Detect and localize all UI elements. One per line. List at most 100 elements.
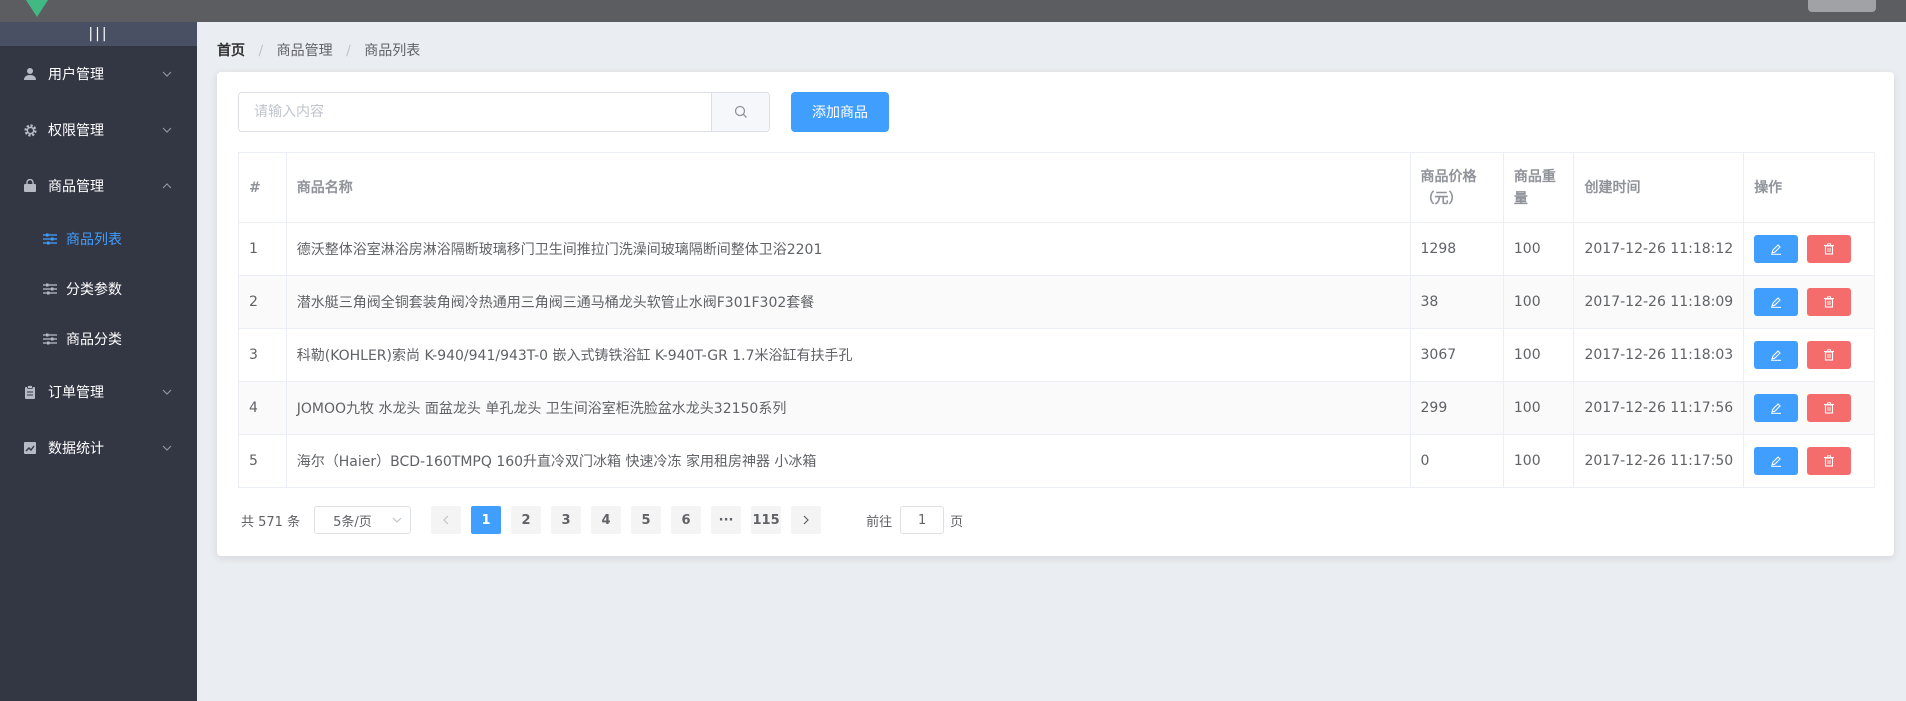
search-input[interactable] — [239, 93, 711, 131]
page-button[interactable]: 1 — [471, 506, 502, 534]
goto-page-input[interactable] — [900, 506, 945, 534]
page-button[interactable]: 4 — [591, 506, 622, 534]
edit-button[interactable] — [1754, 235, 1799, 263]
page-button[interactable]: 5 — [631, 506, 662, 534]
cell-name: 海尔（Haier）BCD-160TMPQ 160升直冷双门冰箱 快速冷冻 家用租… — [285, 434, 1411, 488]
cell-name: 科勒(KOHLER)索尚 K-940/941/943T-0 嵌入式铸铁浴缸 K-… — [285, 328, 1411, 382]
cell-created: 2017-12-26 11:17:50 — [1573, 434, 1745, 488]
cell-price: 1298 — [1409, 222, 1504, 276]
sidebar-item-label: 用户管理 — [48, 67, 104, 83]
cell-index: 1 — [238, 222, 287, 276]
trash-icon — [1824, 296, 1835, 308]
chart-icon — [22, 440, 38, 456]
cell-name: 德沃整体浴室淋浴房淋浴隔断玻璃移门卫生间推拉门洗澡间玻璃隔断间整体卫浴2201 — [285, 222, 1411, 276]
table-row: 5 海尔（Haier）BCD-160TMPQ 160升直冷双门冰箱 快速冷冻 家… — [238, 434, 1875, 488]
breadcrumb-separator: / — [258, 43, 264, 59]
cell-ops — [1743, 222, 1875, 276]
cell-weight: 100 — [1502, 434, 1575, 488]
breadcrumb-item: 商品列表 — [364, 43, 421, 59]
gear-icon — [22, 122, 38, 138]
breadcrumb: 首页 / 商品管理 / 商品列表 — [217, 40, 420, 60]
cell-created: 2017-12-26 11:17:56 — [1573, 381, 1745, 435]
user-icon — [22, 66, 38, 82]
sliders-icon — [42, 331, 58, 347]
chevron-left-icon — [443, 515, 449, 525]
pagination-total: 共 571 条 — [241, 514, 301, 530]
goto-suffix: 页 — [950, 514, 964, 530]
delete-button[interactable] — [1807, 235, 1852, 263]
chevron-down-icon — [159, 66, 175, 82]
goods-table: # 商品名称 商品价格（元） 商品重量 创建时间 操作 1 德沃整体浴室淋浴房淋… — [238, 152, 1875, 488]
chevron-right-icon — [803, 515, 809, 525]
cell-created: 2017-12-26 11:18:12 — [1573, 222, 1745, 276]
sidebar-subitem-label: 商品列表 — [66, 232, 122, 248]
delete-button[interactable] — [1807, 447, 1852, 475]
prev-page-button[interactable] — [431, 506, 462, 534]
top-header — [0, 0, 1906, 22]
chevron-down-icon — [159, 440, 175, 456]
breadcrumb-item: 商品管理 — [276, 43, 333, 59]
cell-price: 299 — [1409, 381, 1504, 435]
sidebar: ||| 用户管理 权限管理 商品管理 商品列表 分类参数 商品分类 订单管理 数… — [0, 22, 197, 701]
edit-icon — [1771, 244, 1782, 255]
sidebar-item-order-management[interactable]: 订单管理 — [0, 364, 197, 420]
sidebar-subitem-category-params[interactable]: 分类参数 — [0, 264, 197, 314]
cell-price: 38 — [1409, 275, 1504, 329]
sidebar-item-goods-management[interactable]: 商品管理 — [0, 158, 197, 214]
edit-button[interactable] — [1754, 341, 1799, 369]
edit-button[interactable] — [1754, 394, 1799, 422]
page-size-select[interactable]: 5条/页 — [314, 506, 412, 534]
sidebar-item-permission-management[interactable]: 权限管理 — [0, 102, 197, 158]
page-button[interactable]: 6 — [671, 506, 702, 534]
cell-created: 2017-12-26 11:18:03 — [1573, 328, 1745, 382]
page-button[interactable]: 3 — [551, 506, 582, 534]
cell-name: JOMOO九牧 水龙头 面盆龙头 单孔龙头 卫生间浴室柜洗脸盆水龙头32150系… — [285, 381, 1411, 435]
add-goods-button[interactable]: 添加商品 — [791, 92, 889, 132]
edit-button[interactable] — [1754, 288, 1799, 316]
sidebar-toggle-button[interactable]: ||| — [0, 22, 197, 46]
edit-button[interactable] — [1754, 447, 1799, 475]
column-header-weight: 商品重量 — [1502, 152, 1575, 223]
cell-ops — [1743, 434, 1875, 488]
delete-button[interactable] — [1807, 288, 1852, 316]
breadcrumb-separator: / — [346, 43, 351, 59]
delete-button[interactable] — [1807, 341, 1852, 369]
sidebar-item-label: 权限管理 — [48, 123, 104, 139]
breadcrumb-home-link[interactable]: 首页 — [217, 43, 245, 59]
chevron-down-icon — [392, 517, 402, 523]
cell-ops — [1743, 275, 1875, 329]
next-page-button[interactable] — [791, 506, 822, 534]
goods-card: 添加商品 # 商品名称 商品价格（元） 商品重量 创建时间 操作 1 德沃整体浴… — [217, 72, 1894, 556]
cell-ops — [1743, 328, 1875, 382]
sidebar-subitem-goods-category[interactable]: 商品分类 — [0, 314, 197, 364]
delete-button[interactable] — [1807, 394, 1852, 422]
cell-index: 3 — [238, 328, 287, 382]
page-button[interactable]: 115 — [751, 506, 782, 534]
page-size-value: 5条/页 — [333, 514, 372, 530]
edit-icon — [1771, 350, 1782, 361]
edit-icon — [1771, 456, 1782, 467]
sliders-icon — [42, 281, 58, 297]
cell-name: 潜水艇三角阀全铜套装角阀冷热通用三角阀三通马桶龙头软管止水阀F301F302套餐 — [285, 275, 1411, 329]
cell-weight: 100 — [1502, 381, 1575, 435]
trash-icon — [1824, 243, 1835, 255]
trash-icon — [1824, 455, 1835, 467]
cell-index: 4 — [238, 381, 287, 435]
page-button[interactable]: 2 — [511, 506, 542, 534]
sidebar-item-user-management[interactable]: 用户管理 — [0, 46, 197, 102]
sidebar-subitem-label: 分类参数 — [66, 282, 122, 298]
table-row: 4 JOMOO九牧 水龙头 面盆龙头 单孔龙头 卫生间浴室柜洗脸盆水龙头3215… — [238, 381, 1875, 435]
cell-index: 2 — [238, 275, 287, 329]
trash-icon — [1824, 402, 1835, 414]
sidebar-item-data-statistics[interactable]: 数据统计 — [0, 420, 197, 476]
more-pages-button[interactable]: ··· — [711, 506, 742, 534]
sidebar-item-label: 订单管理 — [48, 385, 104, 401]
cell-weight: 100 — [1502, 275, 1575, 329]
cell-index: 5 — [238, 434, 287, 488]
sidebar-subitem-goods-list[interactable]: 商品列表 — [0, 214, 197, 264]
goto-label: 前往 — [866, 514, 893, 530]
search-button[interactable] — [711, 93, 769, 131]
logout-button[interactable] — [1808, 0, 1876, 12]
sidebar-item-label: 数据统计 — [48, 441, 104, 457]
column-header-index: # — [238, 152, 287, 223]
